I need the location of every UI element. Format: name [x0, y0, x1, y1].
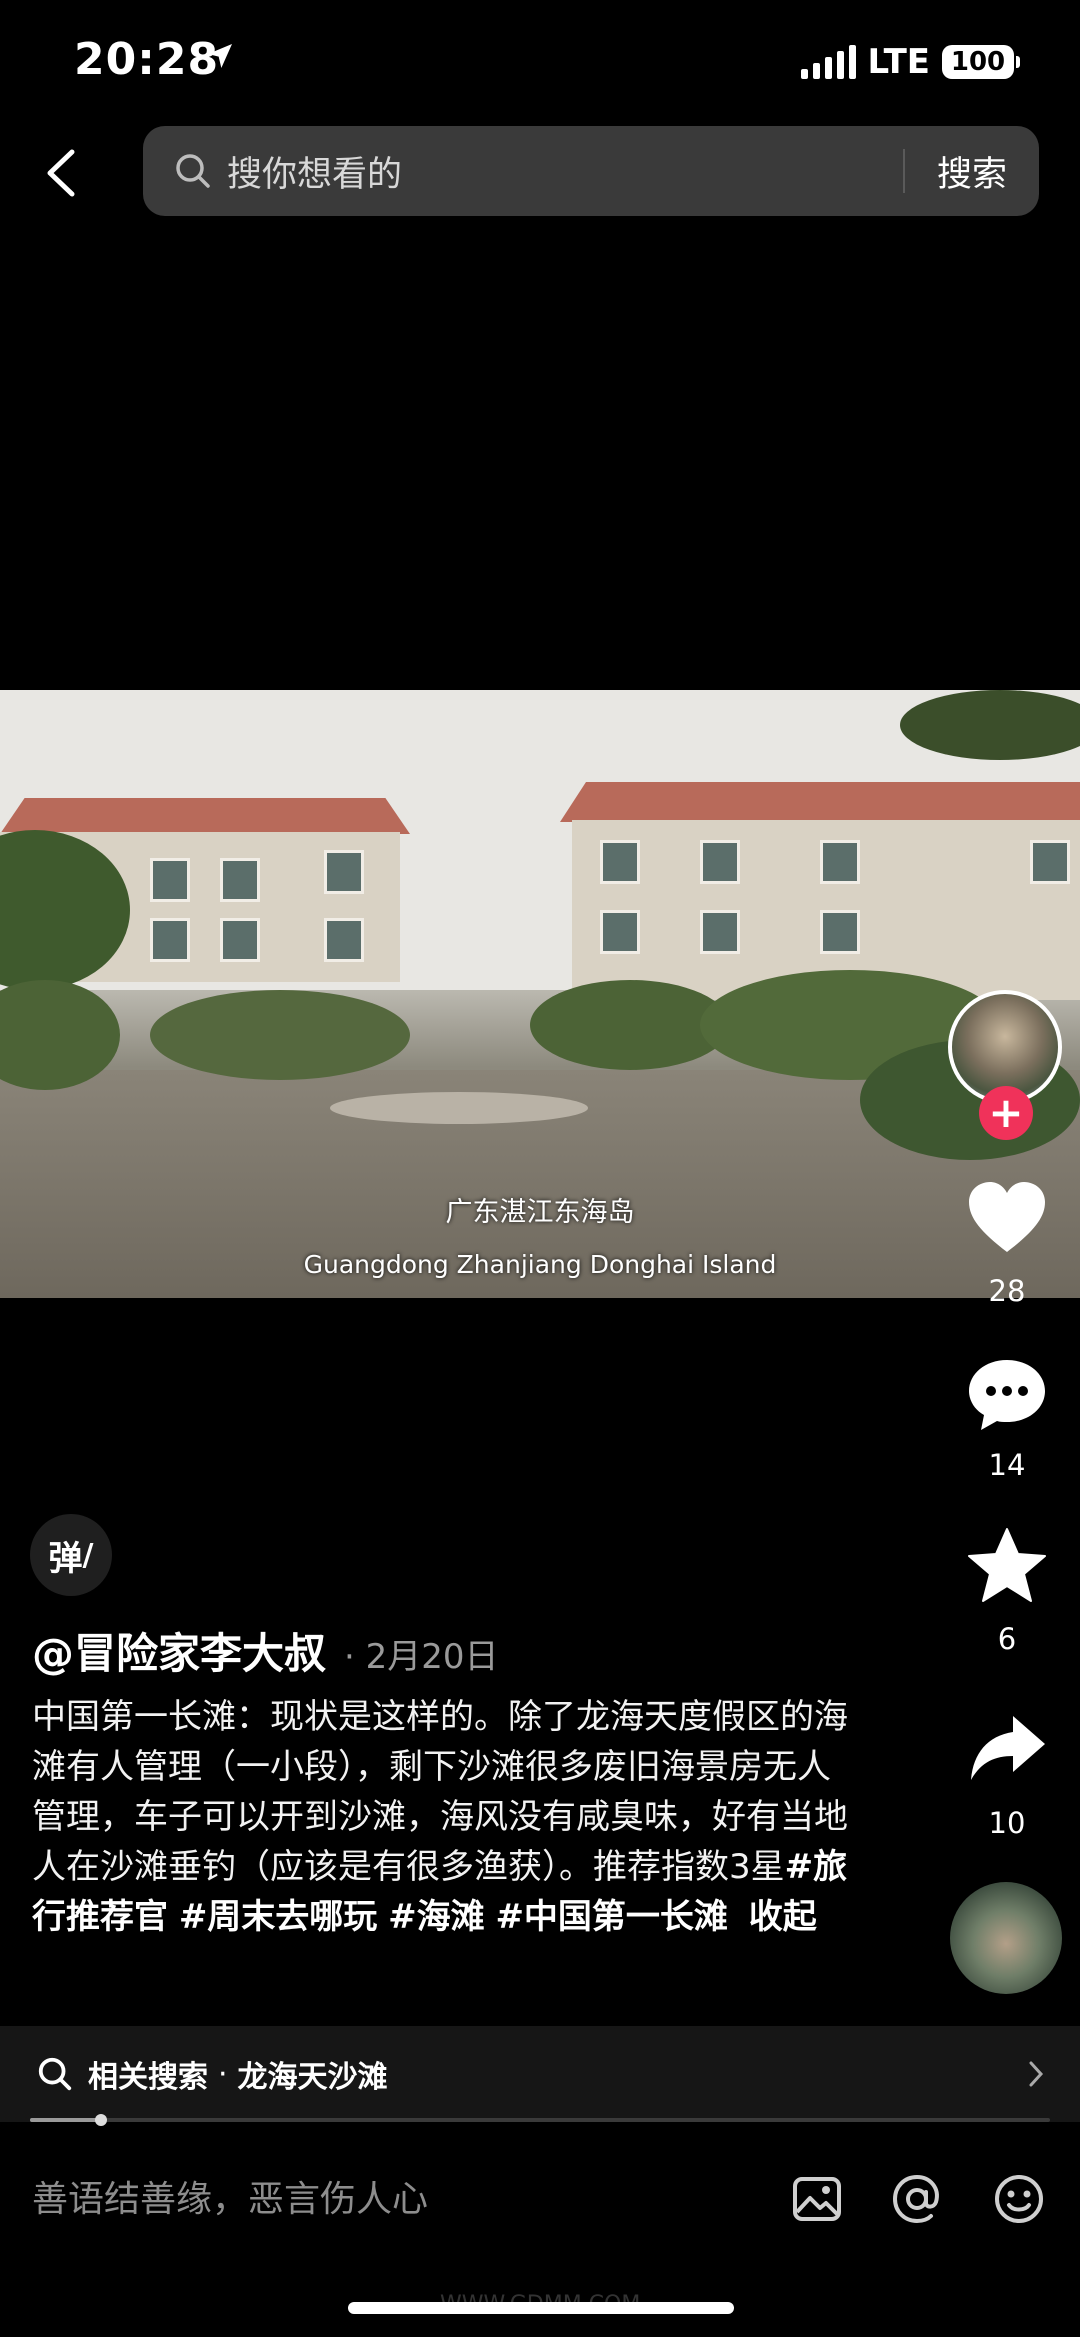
danmu-toggle-button[interactable]: 弹 / — [30, 1514, 112, 1596]
post-date: · 2月20日 — [344, 1637, 499, 1677]
progress-handle[interactable] — [95, 2114, 108, 2126]
favorite-count: 6 — [997, 1622, 1017, 1656]
share-button[interactable] — [965, 1710, 1049, 1790]
share-icon — [971, 1716, 1045, 1780]
comment-icon — [969, 1360, 1045, 1430]
heart-icon — [969, 1182, 1045, 1252]
share-count: 10 — [988, 1806, 1026, 1840]
danmu-label: 弹 — [48, 1538, 83, 1579]
favorite-button[interactable] — [965, 1526, 1049, 1606]
search-input[interactable]: 搜你想看的 — [227, 146, 903, 197]
hashtag[interactable]: #中国第一长滩 — [495, 1897, 728, 1937]
status-indicators: LTE 100 — [800, 42, 1020, 82]
image-button[interactable] — [790, 2172, 844, 2226]
post-caption: 中国第一长滩：现状是这样的。除了龙海天度假区的海滩有人管理（一小段），剩下沙滩很… — [32, 1692, 852, 1942]
back-arrow-icon — [47, 149, 75, 197]
battery-icon: 100 — [942, 45, 1020, 79]
back-button[interactable] — [38, 146, 88, 200]
comment-count: 14 — [988, 1448, 1026, 1482]
hashtag[interactable]: #周末去哪玩 — [179, 1897, 378, 1937]
comment-input[interactable]: 善语结善缘，恶言伤人心 — [32, 2170, 428, 2222]
hashtag[interactable]: #海滩 — [388, 1897, 485, 1937]
video-subtitle-en: Guangdong Zhanjiang Donghai Island — [303, 1250, 777, 1279]
like-count: 28 — [988, 1274, 1026, 1308]
related-search-term: 龙海天沙滩 — [237, 2060, 388, 2095]
video-player[interactable]: 广东湛江东海岛 Guangdong Zhanjiang Donghai Isla… — [0, 690, 1080, 1298]
emoji-button[interactable] — [992, 2172, 1046, 2226]
battery-level: 100 — [942, 45, 1014, 79]
follow-button[interactable]: + — [979, 1086, 1033, 1140]
music-disc[interactable] — [950, 1882, 1062, 1994]
progress-fill — [30, 2118, 102, 2122]
star-icon — [968, 1528, 1046, 1602]
image-icon — [793, 2177, 841, 2221]
like-button[interactable] — [965, 1178, 1049, 1258]
search-bar[interactable]: 搜你想看的 搜索 — [143, 126, 1039, 216]
related-search-label: 相关搜索 — [88, 2060, 208, 2095]
related-search-separator: · — [218, 2056, 228, 2092]
author-name[interactable]: @冒险家李大叔 — [32, 1620, 326, 1681]
network-type: LTE — [867, 42, 930, 82]
related-search-bar[interactable]: 相关搜索 · 龙海天沙滩 — [0, 2026, 1080, 2122]
mention-button[interactable] — [890, 2172, 944, 2226]
status-time: 20:28 — [74, 34, 220, 85]
video-subtitle-cn: 广东湛江东海岛 — [445, 1197, 635, 1228]
author-row: @冒险家李大叔 · 2月20日 — [32, 1620, 499, 1681]
emoji-icon — [995, 2175, 1043, 2223]
home-indicator[interactable] — [348, 2302, 734, 2314]
collapse-button[interactable]: 收起 — [749, 1897, 817, 1937]
signal-icon — [800, 45, 856, 79]
caption-text: 中国第一长滩：现状是这样的。除了龙海天度假区的海滩有人管理（一小段），剩下沙滩很… — [32, 1697, 848, 1887]
at-icon — [892, 2174, 939, 2224]
search-icon — [173, 151, 213, 191]
video-progress-bar[interactable] — [30, 2114, 1050, 2126]
search-icon — [38, 2057, 72, 2091]
location-arrow-icon — [204, 40, 236, 76]
comment-button[interactable] — [965, 1354, 1049, 1434]
chevron-right-icon — [1029, 2061, 1044, 2087]
search-button[interactable]: 搜索 — [905, 146, 1039, 197]
